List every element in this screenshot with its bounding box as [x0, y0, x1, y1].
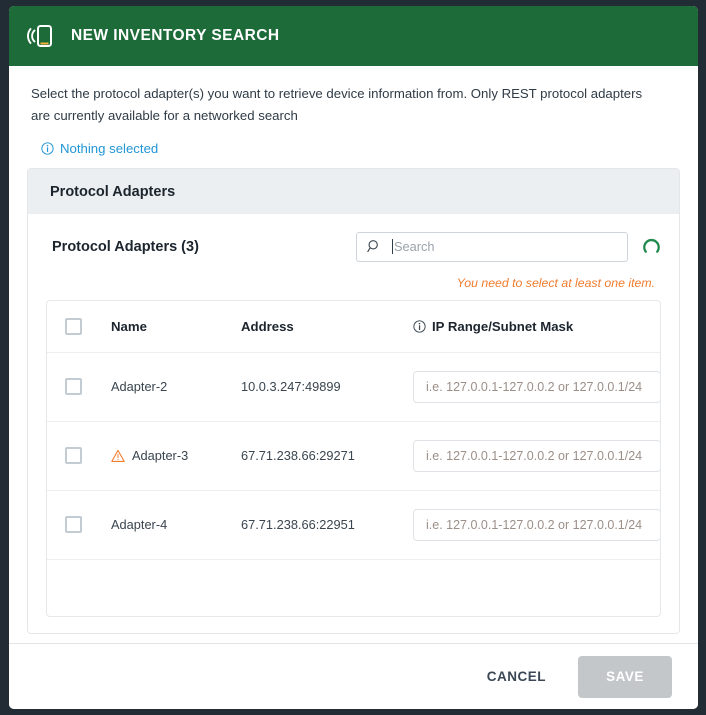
column-header-address: Address — [241, 318, 294, 334]
modal-header: NEW INVENTORY SEARCH — [9, 6, 698, 66]
ip-range-placeholder: i.e. 127.0.0.1-127.0.0.2 or 127.0.0.1/24 — [426, 448, 643, 463]
search-icon — [367, 239, 382, 254]
table-header-row: Name Address IP Range/Subnet Mask — [47, 301, 660, 353]
search-area: Search — [356, 231, 661, 262]
table-row: Adapter-2 10.0.3.247:49899 i.e. 127.0.0.… — [47, 353, 660, 422]
row-ip-range-cell: i.e. 127.0.0.1-127.0.0.2 or 127.0.0.1/24 — [413, 370, 660, 403]
row-checkbox-cell — [65, 447, 111, 465]
row-name-label: Adapter-2 — [111, 379, 168, 395]
panel-header-title: Protocol Adapters — [28, 168, 679, 214]
table-footer-row — [47, 560, 660, 616]
row-ip-range-cell: i.e. 127.0.0.1-127.0.0.2 or 127.0.0.1/24 — [413, 439, 660, 472]
page-title: NEW INVENTORY SEARCH — [71, 27, 280, 44]
column-header-ip-range-cell: IP Range/Subnet Mask — [413, 319, 660, 334]
info-circle-icon — [413, 319, 426, 333]
row-address-label: 67.71.238.66:29271 — [241, 448, 355, 464]
mobile-device-signal-icon — [23, 19, 57, 53]
column-header-name: Name — [111, 318, 147, 334]
save-button[interactable]: SAVE — [578, 655, 672, 698]
modal-body: Select the protocol adapter(s) you want … — [9, 66, 698, 643]
row-checkbox[interactable] — [65, 447, 82, 465]
table-row: Adapter-4 67.71.238.66:22951 i.e. 127.0.… — [47, 491, 660, 560]
column-header-ip-range: IP Range/Subnet Mask — [432, 318, 574, 334]
ip-range-placeholder: i.e. 127.0.0.1-127.0.0.2 or 127.0.0.1/24 — [426, 517, 643, 532]
row-checkbox-cell — [65, 516, 111, 534]
selection-status[interactable]: Nothing selected — [9, 127, 698, 156]
search-text-caret — [392, 239, 393, 255]
ip-range-input[interactable]: i.e. 127.0.0.1-127.0.0.2 or 127.0.0.1/24 — [413, 508, 660, 541]
modal-footer: CANCEL SAVE — [9, 643, 698, 709]
panel-toolbar: Protocol Adapters (3) Search — [46, 228, 661, 262]
row-address-label: 10.0.3.247:49899 — [241, 379, 341, 395]
row-checkbox[interactable] — [65, 516, 82, 534]
row-ip-range-cell: i.e. 127.0.0.1-127.0.0.2 or 127.0.0.1/24 — [413, 508, 660, 541]
ip-range-input[interactable]: i.e. 127.0.0.1-127.0.0.2 or 127.0.0.1/24 — [413, 370, 660, 403]
row-address-label: 67.71.238.66:22951 — [241, 517, 355, 533]
row-name-label: Adapter-3 — [132, 448, 189, 464]
panel-body: Protocol Adapters (3) Search You need to… — [28, 213, 679, 633]
row-name-cell: Adapter-2 — [111, 379, 241, 394]
row-name-cell: Adapter-4 — [111, 517, 241, 532]
select-all-checkbox-cell — [65, 317, 111, 335]
panel-subtitle: Protocol Adapters (3) — [52, 238, 199, 255]
row-name-cell: Adapter-3 — [111, 448, 241, 463]
modal-description: Select the protocol adapter(s) you want … — [31, 86, 643, 123]
loading-spinner-icon — [642, 237, 661, 256]
info-circle-icon — [41, 141, 54, 155]
select-all-checkbox[interactable] — [65, 317, 82, 335]
row-checkbox[interactable] — [65, 378, 82, 396]
search-input[interactable]: Search — [356, 231, 628, 262]
table-row: Adapter-3 67.71.238.66:29271 i.e. 127.0.… — [47, 422, 660, 491]
selection-status-label: Nothing selected — [60, 140, 159, 156]
ip-range-placeholder: i.e. 127.0.0.1-127.0.0.2 or 127.0.0.1/24 — [426, 379, 643, 394]
warning-triangle-icon — [111, 449, 125, 463]
new-inventory-search-modal: NEW INVENTORY SEARCH Select the protocol… — [9, 6, 698, 709]
protocol-adapters-table: Name Address IP Range/Subnet Mask Adapte… — [46, 299, 661, 617]
row-checkbox-cell — [65, 378, 111, 396]
ip-range-input[interactable]: i.e. 127.0.0.1-127.0.0.2 or 127.0.0.1/24 — [413, 439, 660, 472]
protocol-adapters-panel: Protocol Adapters Protocol Adapters (3) — [27, 167, 680, 634]
validation-message: You need to select at least one item. — [456, 275, 655, 290]
row-name-label: Adapter-4 — [111, 517, 168, 533]
search-placeholder: Search — [394, 239, 435, 255]
cancel-button[interactable]: CANCEL — [473, 659, 560, 694]
